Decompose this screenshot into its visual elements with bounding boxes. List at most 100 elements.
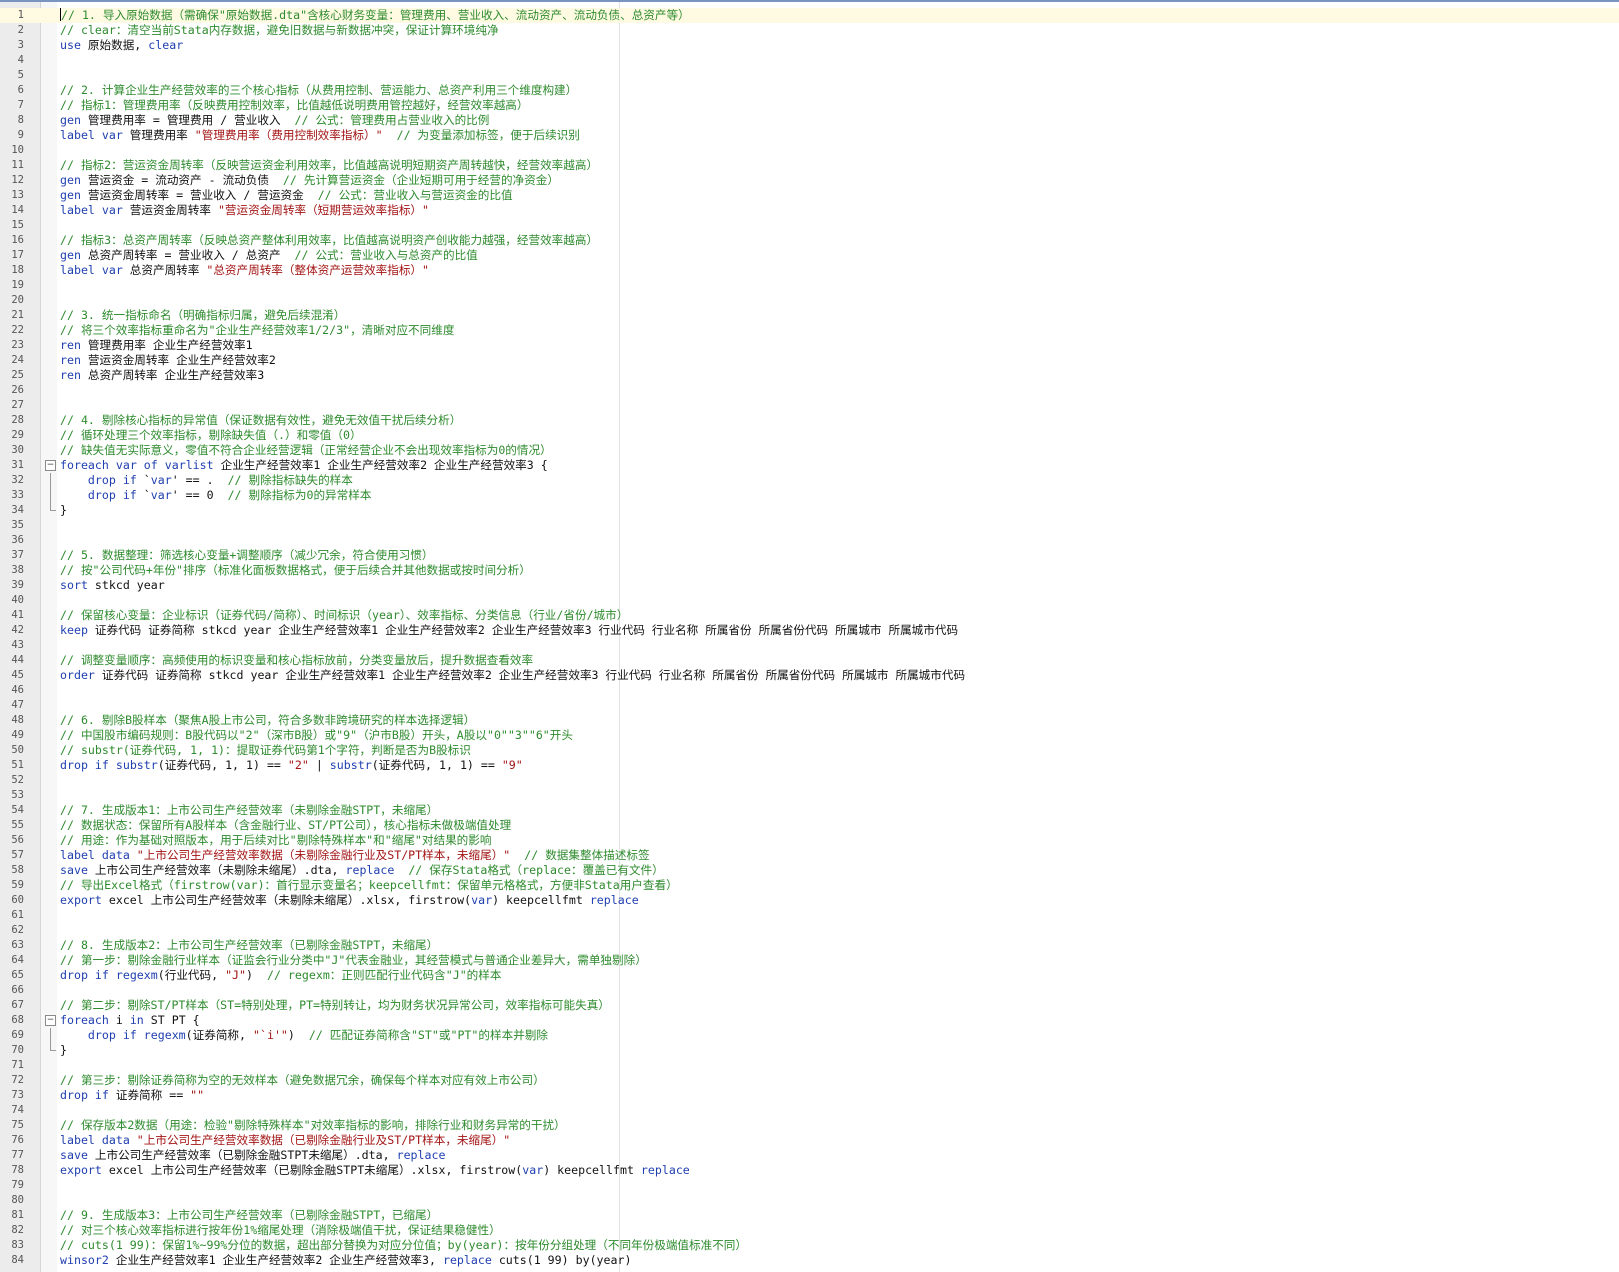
code-line[interactable]: 17 gen 总资产周转率 = 营业收入 / 总资产 // 公式：营业收入与总资产… <box>0 248 1619 263</box>
code-line[interactable]: 29 // 循环处理三个效率指标，剔除缺失值（.）和零值（0） <box>0 428 1619 443</box>
code-line[interactable]: 57 label data "上市公司生产经营效率数据（未剔除金融行业及ST/PT… <box>0 848 1619 863</box>
code-line[interactable]: 25 ren 总资产周转率 企业生产经营效率3 <box>0 368 1619 383</box>
code-line[interactable]: 47 <box>0 698 1619 713</box>
code-line[interactable]: 20 <box>0 293 1619 308</box>
code-line[interactable]: 39 sort stkcd year <box>0 578 1619 593</box>
code-line[interactable]: 55 // 数据状态：保留所有A股样本（含金融行业、ST/PT公司），核心指标未做… <box>0 818 1619 833</box>
code-line[interactable]: 21 // 3. 统一指标命名（明确指标归属，避免后续混淆） <box>0 308 1619 323</box>
code-line[interactable]: 40 <box>0 593 1619 608</box>
code-line[interactable]: 52 <box>0 773 1619 788</box>
code-line[interactable]: 37 // 5. 数据整理：筛选核心变量+调整顺序（减少冗余，符合使用习惯） <box>0 548 1619 563</box>
code-line[interactable]: 42 keep 证券代码 证券简称 stkcd year 企业生产经营效率1 企业… <box>0 623 1619 638</box>
code-line[interactable]: 48 // 6. 剔除B股样本（聚焦A股上市公司，符合多数非跨境研究的样本选择逻辑… <box>0 713 1619 728</box>
code-line[interactable]: 63 // 8. 生成版本2：上市公司生产经营效率（已剔除金融STPT，未缩尾） <box>0 938 1619 953</box>
code-line[interactable]: 72 // 第三步：剔除证券简称为空的无效样本（避免数据冗余，确保每个样本对应有效… <box>0 1073 1619 1088</box>
code-line[interactable]: 36 <box>0 533 1619 548</box>
code-line[interactable]: 35 <box>0 518 1619 533</box>
code-line[interactable]: 1 // 1. 导入原始数据（需确保"原始数据.dta"含核心财务变量：管理费用、… <box>0 8 1619 23</box>
code-line[interactable]: 28 // 4. 剔除核心指标的异常值（保证数据有效性，避免无效值干扰后续分析） <box>0 413 1619 428</box>
code-line[interactable]: 49 // 中国股市编码规则：B股代码以"2"（深市B股）或"9"（沪市B股）开头… <box>0 728 1619 743</box>
fold-toggle-icon[interactable] <box>45 1013 57 1028</box>
code-line[interactable]: 32 drop if `var' == . // 剔除指标缺失的样本 <box>0 473 1619 488</box>
code-line[interactable]: 64 // 第一步：剔除金融行业样本（证监会行业分类中"J"代表金融业，其经营模式… <box>0 953 1619 968</box>
line-number: 17 <box>11 249 24 261</box>
code-line[interactable]: 30 // 缺失值无实际意义，零值不符合企业经营逻辑（正常经营企业不会出现效率指标… <box>0 443 1619 458</box>
code-line[interactable]: 81 // 9. 生成版本3：上市公司生产经营效率（已剔除金融STPT，已缩尾） <box>0 1208 1619 1223</box>
code-line[interactable]: 68 foreach i in ST PT { <box>0 1013 1619 1028</box>
code-line[interactable]: 66 <box>0 983 1619 998</box>
code-line[interactable]: 9 label var 管理费用率 "管理费用率（费用控制效率指标）" // 为变… <box>0 128 1619 143</box>
code-line[interactable]: 77 save 上市公司生产经营效率（已剔除金融STPT未缩尾）.dta, rep… <box>0 1148 1619 1163</box>
code-line[interactable]: 38 // 按"公司代码+年份"排序（标准化面板数据格式，便于后续合并其他数据或按… <box>0 563 1619 578</box>
code-line[interactable]: 73 drop if 证券简称 == "" <box>0 1088 1619 1103</box>
code-line[interactable]: 6 // 2. 计算企业生产经营效率的三个核心指标（从费用控制、营运能力、总资产利… <box>0 83 1619 98</box>
code-line[interactable]: 41 // 保留核心变量：企业标识（证券代码/简称）、时间标识（year）、效率指… <box>0 608 1619 623</box>
code-line[interactable]: 67 // 第二步：剔除ST/PT样本（ST=特别处理，PT=特别转让，均为财务状… <box>0 998 1619 1013</box>
code-line[interactable]: 4 <box>0 53 1619 68</box>
code-lines[interactable]: 1 // 1. 导入原始数据（需确保"原始数据.dta"含核心财务变量：管理费用、… <box>0 8 1619 1268</box>
text-token: excel 上市公司生产经营效率（已剔除金融STPT未缩尾）.xlsx, fir… <box>101 1163 523 1177</box>
line-number: 11 <box>11 159 24 171</box>
code-line[interactable]: 3 use 原始数据, clear <box>0 38 1619 53</box>
code-line[interactable]: 27 <box>0 398 1619 413</box>
comment-token: // 1. 导入原始数据（需确保"原始数据.dta"含核心财务变量：管理费用、营… <box>61 8 690 22</box>
code-line[interactable]: 22 // 将三个效率指标重命名为"企业生产经营效率1/2/3"，清晰对应不同维度 <box>0 323 1619 338</box>
code-line[interactable]: 13 gen 营运资金周转率 = 营业收入 / 营运资金 // 公式：营业收入与营… <box>0 188 1619 203</box>
code-line[interactable]: 59 // 导出Excel格式（firstrow(var)：首行显示变量名；kee… <box>0 878 1619 893</box>
code-line[interactable]: 11 // 指标2：营运资金周转率（反映营运资金利用效率，比值越高说明短期资产周转… <box>0 158 1619 173</box>
code-line[interactable]: 19 <box>0 278 1619 293</box>
code-line[interactable]: 71 <box>0 1058 1619 1073</box>
code-line[interactable]: 31 foreach var of varlist 企业生产经营效率1 企业生产经… <box>0 458 1619 473</box>
line-number: 6 <box>17 84 24 96</box>
keyword-token: drop if <box>60 968 109 982</box>
code-line[interactable]: 74 <box>0 1103 1619 1118</box>
code-line[interactable]: 16 // 指标3：总资产周转率（反映总资产整体利用效率，比值越高说明资产创收能力… <box>0 233 1619 248</box>
code-line[interactable]: 18 label var 总资产周转率 "总资产周转率（整体资产运营效率指标）" <box>0 263 1619 278</box>
code-editor[interactable]: 1 // 1. 导入原始数据（需确保"原始数据.dta"含核心财务变量：管理费用、… <box>0 0 1619 1272</box>
code-line[interactable]: 43 <box>0 638 1619 653</box>
code-line[interactable]: 50 // substr(证券代码, 1, 1)：提取证券代码第1个字符，判断是否… <box>0 743 1619 758</box>
code-line[interactable]: 54 // 7. 生成版本1：上市公司生产经营效率（未剔除金融STPT，未缩尾） <box>0 803 1619 818</box>
code-line[interactable]: 53 <box>0 788 1619 803</box>
code-line[interactable]: 80 <box>0 1193 1619 1208</box>
code-line[interactable]: 2 // clear：清空当前Stata内存数据，避免旧数据与新数据冲突，保证计算… <box>0 23 1619 38</box>
code-line[interactable]: 60 export excel 上市公司生产经营效率（未剔除未缩尾）.xlsx, … <box>0 893 1619 908</box>
code-line[interactable]: 33 drop if `var' == 0 // 剔除指标为0的异常样本 <box>0 488 1619 503</box>
code-line[interactable]: 76 label data "上市公司生产经营效率数据（已剔除金融行业及ST/PT… <box>0 1133 1619 1148</box>
code-line[interactable]: 24 ren 营运资金周转率 企业生产经营效率2 <box>0 353 1619 368</box>
comment-token: // clear：清空当前Stata内存数据，避免旧数据与新数据冲突，保证计算环… <box>60 23 499 37</box>
code-line[interactable]: 26 <box>0 383 1619 398</box>
code-line[interactable]: 83 // cuts(1 99)：保留1%~99%分位的数据，超出部分替换为对应分… <box>0 1238 1619 1253</box>
fold-toggle-icon[interactable] <box>45 458 57 473</box>
code-line[interactable]: 44 // 调整变量顺序：高频使用的标识变量和核心指标放前，分类变量放后，提升数据… <box>0 653 1619 668</box>
code-line[interactable]: 75 // 保存版本2数据（用途：检验"剔除特殊样本"对效率指标的影响，排除行业和… <box>0 1118 1619 1133</box>
code-line[interactable]: 14 label var 营运资金周转率 "营运资金周转率（短期营运效率指标）" <box>0 203 1619 218</box>
code-line[interactable]: 69 drop if regexm(证券简称, "`i'") // 匹配证券简称… <box>0 1028 1619 1043</box>
code-line[interactable]: 51 drop if substr(证券代码, 1, 1) == "2" | su… <box>0 758 1619 773</box>
code-line[interactable]: 23 ren 管理费用率 企业生产经营效率1 <box>0 338 1619 353</box>
text-token: 营运资金周转率 = 营业收入 / 营运资金 <box>80 188 318 202</box>
code-line[interactable]: 7 // 指标1：管理费用率（反映费用控制效率，比值越低说明费用管控越好，经营效率… <box>0 98 1619 113</box>
code-line[interactable]: 62 <box>0 923 1619 938</box>
fold-guide-icon <box>45 503 57 518</box>
code-line[interactable]: 34} <box>0 503 1619 518</box>
code-line[interactable]: 70} <box>0 1043 1619 1058</box>
code-line[interactable]: 78 export excel 上市公司生产经营效率（已剔除金融STPT未缩尾）.… <box>0 1163 1619 1178</box>
code-line[interactable]: 45 order 证券代码 证券简称 stkcd year 企业生产经营效率1 企… <box>0 668 1619 683</box>
code-line[interactable]: 61 <box>0 908 1619 923</box>
line-number: 24 <box>11 354 24 366</box>
code-line[interactable]: 56 // 用途：作为基础对照版本，用于后续对比"剔除特殊样本"和"缩尾"对结果的… <box>0 833 1619 848</box>
code-line[interactable]: 8 gen 管理费用率 = 管理费用 / 营业收入 // 公式：管理费用占营业收入… <box>0 113 1619 128</box>
code-line[interactable]: 46 <box>0 683 1619 698</box>
code-line[interactable]: 84 winsor2 企业生产经营效率1 企业生产经营效率2 企业生产经营效率3,… <box>0 1253 1619 1268</box>
code-line[interactable]: 5 <box>0 68 1619 83</box>
code-line[interactable]: 15 <box>0 218 1619 233</box>
line-number: 76 <box>11 1134 24 1146</box>
code-line[interactable]: 79 <box>0 1178 1619 1193</box>
code-line[interactable]: 65 drop if regexm(行业代码, "J") // regexm：正则… <box>0 968 1619 983</box>
code-line[interactable]: 82 // 对三个核心效率指标进行按年份1%缩尾处理（消除极端值干扰，保证结果稳健… <box>0 1223 1619 1238</box>
code-line[interactable]: 12 gen 营运资金 = 流动资产 - 流动负债 // 先计算营运资金（企业短期… <box>0 173 1619 188</box>
code-line[interactable]: 58 save 上市公司生产经营效率（未剔除未缩尾）.dta, replace /… <box>0 863 1619 878</box>
code-line[interactable]: 10 <box>0 143 1619 158</box>
